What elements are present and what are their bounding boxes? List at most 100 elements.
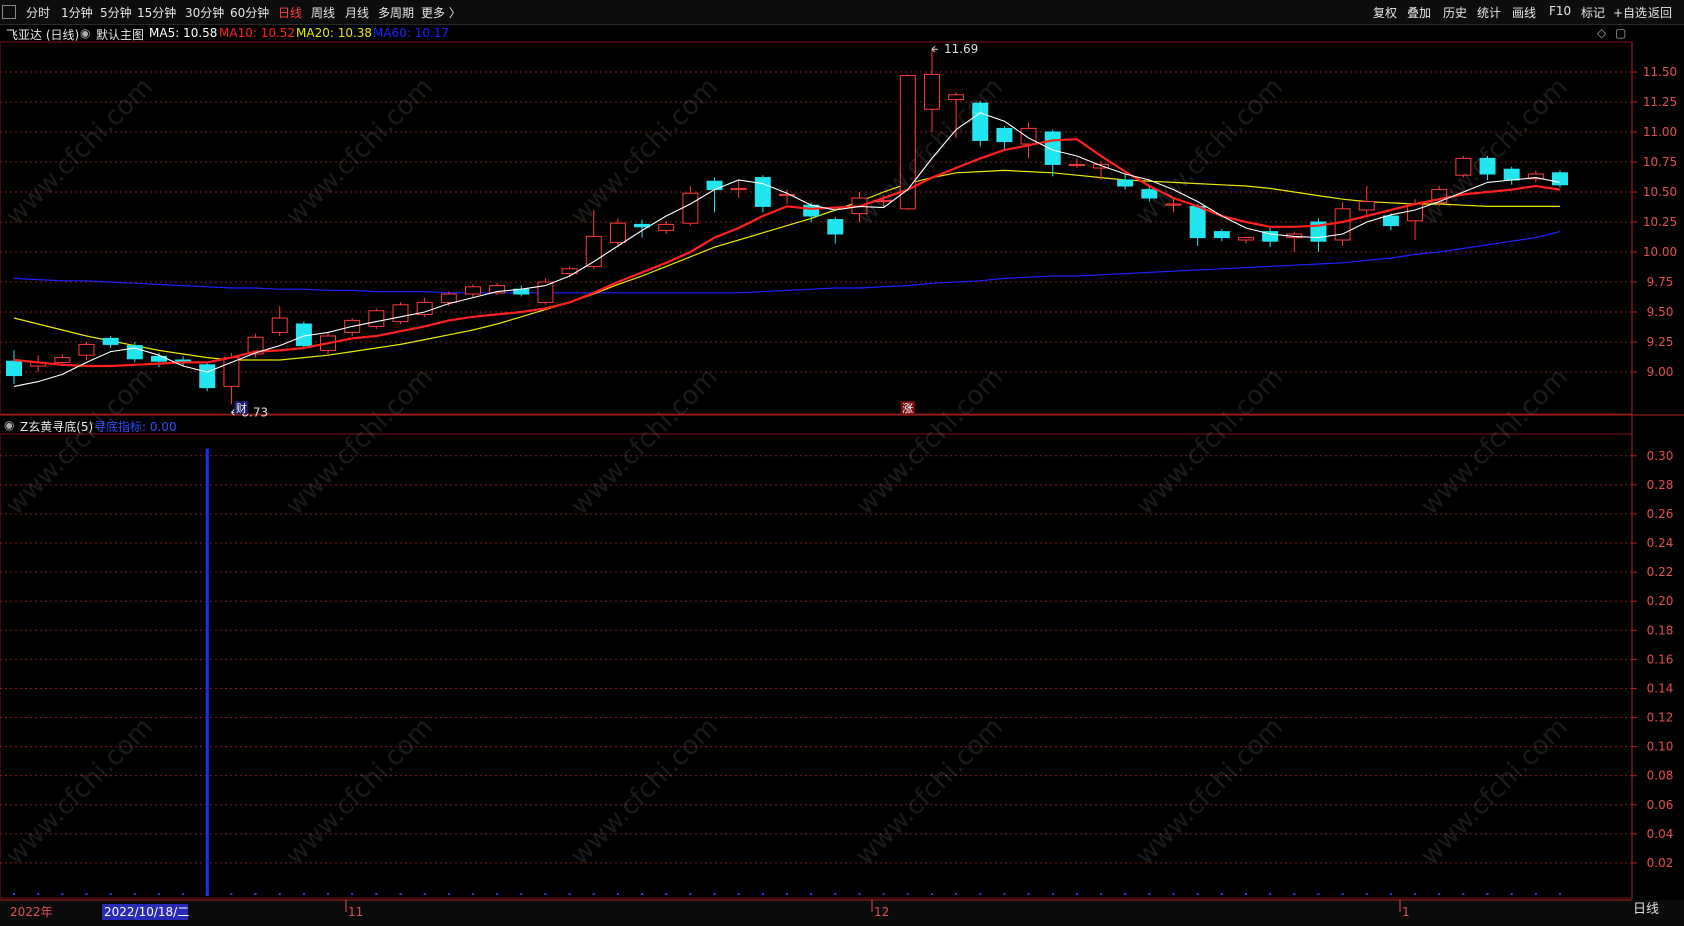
indicator-zero-dot — [351, 893, 354, 895]
indicator-zero-dot — [1438, 893, 1441, 895]
indicator-zero-dot — [1172, 893, 1175, 895]
indicator-frame — [0, 433, 1633, 899]
kline-chart[interactable]: 11.50 11.25 11.00 10.75 10.50 10.25 10.00 9.75 9… — [0, 0, 1684, 926]
indicator-y-tick: 0.02 — [1647, 856, 1674, 870]
indicator-zero-dot — [761, 893, 764, 895]
indicator-y-tick: 0.16 — [1647, 652, 1674, 666]
indicator-zero-dot — [955, 893, 958, 895]
indicator-y-tick: 0.24 — [1647, 536, 1674, 550]
candle-body — [1117, 179, 1134, 187]
indicator-zero-dot — [1124, 893, 1127, 895]
candle-body — [634, 223, 651, 228]
candle-body — [682, 192, 699, 224]
indicator-zero-dot — [1051, 893, 1054, 895]
main-y-tick: 9.50 — [1647, 305, 1674, 319]
candle-body — [1552, 172, 1568, 186]
candle-body — [1189, 205, 1206, 239]
cai-marker: 财 — [236, 401, 247, 415]
indicator-zero-dot — [1486, 893, 1489, 895]
candle-body — [392, 304, 409, 323]
indicator-zero-dot — [810, 893, 813, 895]
candle-body — [1503, 168, 1520, 181]
indicator-zero-dot — [1196, 893, 1199, 895]
indicator-zero-dot — [157, 893, 160, 895]
indicator-zero-dot — [1462, 893, 1465, 895]
indicator-zero-dot — [13, 893, 15, 895]
indicator-zero-dot — [713, 893, 716, 895]
high-arrow — [931, 45, 938, 53]
indicator-y-tick: 0.10 — [1647, 740, 1674, 754]
candle-body — [102, 337, 119, 345]
high-price-label: 11.69 — [944, 42, 978, 56]
candle-body — [948, 94, 965, 101]
candle-body — [1479, 157, 1496, 175]
indicator-zero-dot — [496, 893, 499, 895]
indicator-zero-dot — [278, 893, 281, 895]
indicator-zero-dot — [327, 893, 330, 895]
indicator-y-tick: 0.12 — [1647, 711, 1674, 725]
indicator-y-tick: 0.20 — [1647, 594, 1674, 608]
candle-body — [440, 293, 457, 303]
candle-body — [271, 317, 288, 333]
candle-body — [803, 204, 820, 217]
main-y-tick: 9.00 — [1647, 365, 1674, 379]
indicator-zero-dot — [544, 893, 547, 895]
candle-body — [730, 187, 747, 191]
main-y-tick: 10.50 — [1643, 185, 1677, 199]
candle-body — [972, 102, 989, 141]
candle-body — [609, 222, 626, 243]
month-label: 1 — [1402, 905, 1410, 919]
candle-body — [923, 73, 940, 110]
main-y-tick: 11.50 — [1643, 65, 1677, 79]
main-y-tick: 11.25 — [1643, 95, 1677, 109]
indicator-zero-dot — [61, 893, 64, 895]
indicator-zero-dot — [447, 893, 450, 895]
indicator-zero-dot — [1559, 893, 1561, 895]
indicator-zero-dot — [1100, 893, 1103, 895]
indicator-zero-dot — [37, 893, 40, 895]
indicator-zero-dot — [375, 893, 378, 895]
indicator-zero-dot — [1365, 893, 1368, 895]
indicator-zero-dot — [182, 893, 185, 895]
zhang-marker: 涨 — [902, 402, 913, 415]
candle-body — [1382, 215, 1399, 227]
month-label: 11 — [348, 905, 363, 919]
indicator-zero-dot — [689, 893, 692, 895]
indicator-y-tick: 0.26 — [1647, 507, 1674, 521]
indicator-zero-dot — [1220, 893, 1223, 895]
candle-body — [1407, 203, 1424, 222]
indicator-zero-dot — [1269, 893, 1272, 895]
main-y-tick: 11.00 — [1643, 125, 1677, 139]
indicator-zero-dot — [568, 893, 571, 895]
candle-body — [54, 357, 71, 363]
main-y-tick: 10.75 — [1643, 155, 1677, 169]
indicator-zero-dot — [399, 893, 402, 895]
year-label: 2022年 — [10, 905, 53, 919]
indicator-y-tick: 0.28 — [1647, 478, 1674, 492]
indicator-zero-dot — [858, 893, 861, 895]
indicator-y-tick: 0.22 — [1647, 565, 1674, 579]
indicator-zero-dot — [930, 893, 933, 895]
time-axis-bg — [0, 900, 1684, 926]
indicator-zero-dot — [520, 893, 523, 895]
indicator-zero-dot — [1510, 893, 1513, 895]
candle-body — [1358, 201, 1375, 211]
cursor-date-label: 2022/10/18/二 — [104, 905, 189, 919]
ma60-line — [13, 231, 1561, 294]
ma5-line — [13, 112, 1561, 387]
indicator-zero-dot — [1075, 893, 1078, 895]
indicator-y-tick: 0.30 — [1647, 449, 1674, 463]
indicator-y-tick: 0.18 — [1647, 623, 1674, 637]
indicator-zero-dot — [1244, 893, 1247, 895]
candle-body — [1044, 131, 1061, 165]
candle-body — [996, 127, 1013, 143]
ma10-line — [13, 138, 1561, 368]
indicator-zero-dot — [1317, 893, 1320, 895]
indicator-zero-dot — [641, 893, 644, 895]
indicator-zero-dot — [979, 893, 982, 895]
indicator-zero-dot — [1534, 893, 1537, 895]
indicator-y-tick: 0.08 — [1647, 769, 1674, 783]
indicator-zero-dot — [1389, 893, 1392, 895]
period-side-label[interactable]: 日线 — [1633, 898, 1684, 920]
candle-body — [1068, 163, 1085, 167]
